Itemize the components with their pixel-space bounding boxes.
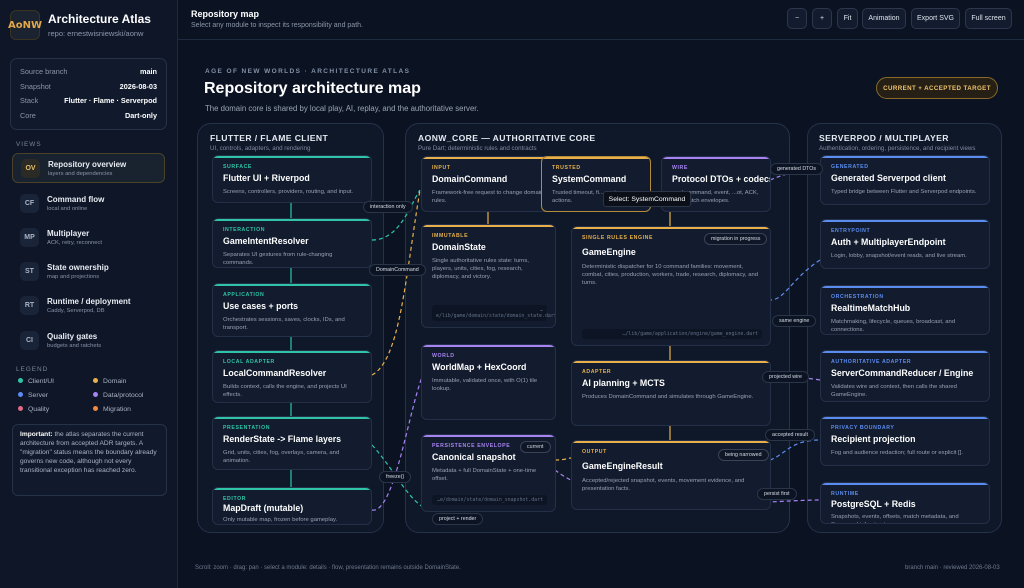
module-multiplayer-endpoint[interactable]: ENTRYPOINT Auth + MultiplayerEndpoint Lo… — [820, 219, 990, 269]
edge-label-generated-dtos: generated DTOs — [770, 163, 824, 175]
module-game-engine-result[interactable]: OUTPUT being narrowed GameEngineResult A… — [571, 440, 771, 510]
module-realtime-match-hub[interactable]: ORCHESTRATION RealtimeMatchHub Matchmaki… — [820, 285, 990, 335]
module-domain-command[interactable]: INPUT DomainCommand Framework-free reque… — [421, 156, 556, 212]
edge-label-domaincommand: DomainCommand — [369, 264, 426, 276]
hover-tooltip: Select: SystemCommand — [603, 191, 691, 207]
wire-same-engine — [769, 259, 821, 301]
module-world-map[interactable]: WORLD WorldMap + HexCoord Immutable, val… — [421, 344, 556, 420]
module-local-command-resolver[interactable]: LOCAL ADAPTER LocalCommandResolver Build… — [212, 350, 372, 403]
wire-interaction-only — [371, 189, 421, 241]
status-badge: migration in progress — [704, 233, 768, 245]
edge-label-freeze: freeze() — [379, 471, 412, 483]
module-render-state[interactable]: PRESENTATION RenderState -> Flame layers… — [212, 416, 372, 470]
wire-domaincommand — [371, 189, 421, 376]
module-canonical-snapshot[interactable]: PERSISTENCE ENVELOPE current Canonical s… — [421, 434, 556, 512]
wire-freeze — [371, 369, 426, 511]
edge-label-same-engine: same engine — [772, 315, 817, 327]
status-badge: current — [520, 441, 551, 453]
canvas-hint: Scroll: zoom · drag: pan · select a modu… — [195, 565, 461, 571]
module-game-intent-resolver[interactable]: INTERACTION GameIntentResolver Separates… — [212, 218, 372, 268]
edge-label-accepted-result: accepted result — [765, 429, 815, 441]
edge-label-project-render: project + render — [432, 513, 484, 525]
module-postgres-redis[interactable]: RUNTIME PostgreSQL + Redis Snapshots, ev… — [820, 482, 990, 524]
wire-output-persistence — [554, 457, 573, 461]
wire-accepted-result — [769, 439, 821, 461]
status-badge: being narrowed — [718, 449, 769, 461]
review-info: branch main · reviewed 2026-08-03 — [905, 565, 1000, 571]
module-serverpod-client[interactable]: GENERATED Generated Serverpod client Typ… — [820, 155, 990, 205]
module-use-cases[interactable]: APPLICATION Use cases + ports Orchestrat… — [212, 283, 372, 337]
module-ai-planning[interactable]: ADAPTER AI planning + MCTS Produces Doma… — [571, 360, 771, 426]
edge-label-persist-first: persist first — [757, 488, 797, 500]
edge-label-interaction-only: interaction only — [363, 201, 413, 213]
module-server-command-reducer[interactable]: AUTHORITATIVE ADAPTER ServerCommandReduc… — [820, 350, 990, 402]
module-game-engine[interactable]: SINGLE RULES ENGINE migration in progres… — [571, 226, 771, 346]
module-domain-state[interactable]: IMMUTABLE DomainState Single authoritati… — [421, 224, 556, 328]
edge-label-projected-wire: projected wire — [762, 371, 809, 383]
module-recipient-projection[interactable]: PRIVACY BOUNDARY Recipient projection Fo… — [820, 416, 990, 466]
module-map-draft[interactable]: EDITOR MapDraft (mutable) Only mutable m… — [212, 487, 372, 525]
module-flutter-ui[interactable]: SURFACE Flutter UI + Riverpod Screens, c… — [212, 155, 372, 203]
